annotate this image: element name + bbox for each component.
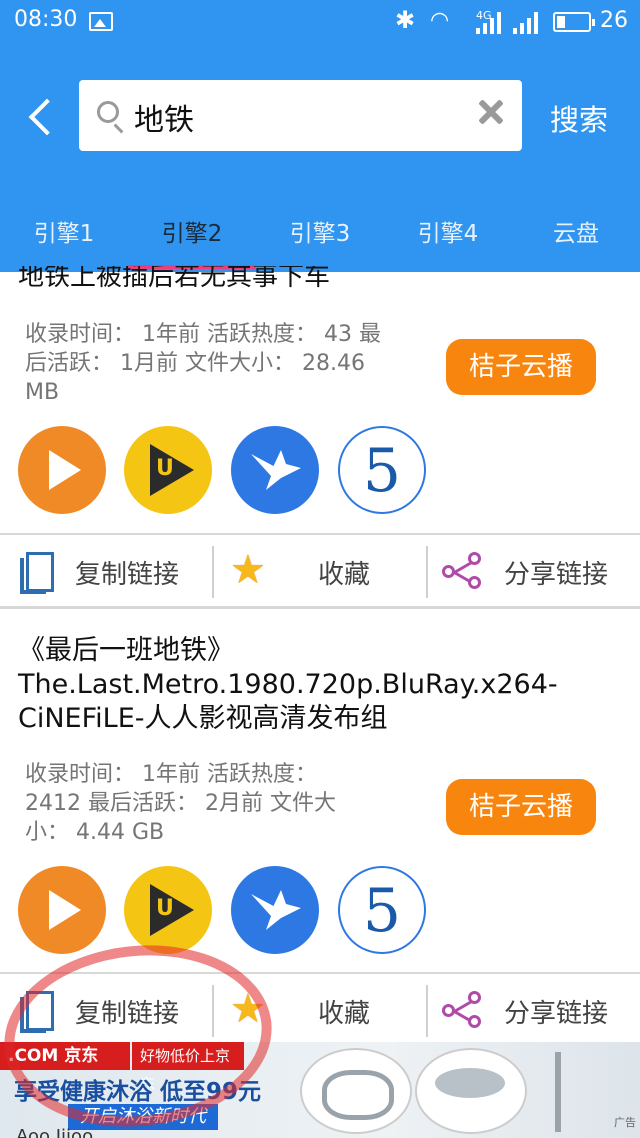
- result-meta: 收录时间： 1年前 活跃热度： 43 最后活跃： 1月前 文件大小： 28.46…: [25, 322, 381, 405]
- cloud-play-button[interactable]: 桔子云播: [446, 339, 596, 395]
- status-time: 08:30: [14, 7, 78, 32]
- ad-banner[interactable]: .COM 京东 好物低价上京东 享受健康沐浴 低至99元 开启沐浴新时代 广告: [0, 1042, 640, 1138]
- orange-play-icon[interactable]: [18, 866, 106, 954]
- image-icon: [89, 12, 113, 31]
- blue-bird-player-icon[interactable]: [231, 866, 319, 954]
- app-root: 08:30 ✱ ◠ 4G 26 地铁 搜索 引擎1 引擎2 引擎3 引擎4 云盘…: [0, 0, 640, 1138]
- star-icon: ★: [230, 547, 266, 593]
- copy-icon: [20, 552, 54, 594]
- battery-icon: [553, 12, 595, 32]
- jd-logo: .COM 京东: [0, 1042, 130, 1070]
- copy-link-button[interactable]: 复制链接: [0, 536, 212, 606]
- search-button[interactable]: 搜索: [550, 97, 608, 139]
- favorite-label: 收藏: [318, 560, 371, 590]
- five-player-icon[interactable]: 5: [338, 866, 426, 954]
- wifi-icon: ◠: [430, 8, 450, 33]
- five-player-icon[interactable]: 5: [338, 426, 426, 514]
- search-input[interactable]: 地铁: [134, 95, 454, 139]
- signal-icon-2: [513, 12, 541, 34]
- share-link-button[interactable]: 分享链接: [428, 536, 640, 606]
- tab-cloud[interactable]: 云盘: [512, 214, 640, 248]
- result-actions: 复制链接 ★ 收藏 分享链接: [0, 975, 640, 1045]
- yellow-u-player-icon[interactable]: U: [124, 866, 212, 954]
- orange-play-icon[interactable]: [18, 426, 106, 514]
- tab-engine1[interactable]: 引擎1: [0, 214, 128, 248]
- share-link-button[interactable]: 分享链接: [428, 975, 640, 1045]
- copy-link-label: 复制链接: [75, 560, 180, 590]
- share-link-label: 分享链接: [504, 999, 609, 1029]
- bluetooth-icon: ✱: [395, 6, 416, 34]
- search-box: 地铁: [79, 80, 522, 151]
- copy-icon: [20, 991, 54, 1033]
- copy-link-button[interactable]: 复制链接: [0, 975, 212, 1045]
- shower-head-image: [415, 1048, 527, 1134]
- signal-icon: [476, 12, 504, 34]
- tab-engine2[interactable]: 引擎2: [128, 214, 256, 248]
- battery-level: 26: [600, 8, 628, 33]
- result-meta: 收录时间： 1年前 活跃热度： 2412 最后活跃： 2月前 文件大小： 4.4…: [25, 762, 336, 845]
- search-icon: [97, 101, 119, 123]
- ad-tag: 广告: [614, 1116, 636, 1129]
- shower-pole-image: [555, 1052, 561, 1132]
- favorite-button[interactable]: ★ 收藏: [214, 536, 426, 606]
- share-icon: [442, 991, 486, 1031]
- blue-bird-player-icon[interactable]: [231, 426, 319, 514]
- result-actions: 复制链接 ★ 收藏 分享链接: [0, 536, 640, 606]
- result-title[interactable]: 《最后一班地铁》The.Last.Metro.1980.720p.BluRay.…: [18, 634, 628, 736]
- divider: [0, 533, 640, 535]
- star-icon: ★: [230, 986, 266, 1032]
- favorite-button[interactable]: ★ 收藏: [214, 975, 426, 1045]
- favorite-label: 收藏: [318, 999, 371, 1029]
- cloud-play-button[interactable]: 桔子云播: [446, 779, 596, 835]
- tab-engine3[interactable]: 引擎3: [256, 214, 384, 248]
- share-icon: [442, 552, 486, 592]
- yellow-u-player-icon[interactable]: U: [124, 426, 212, 514]
- clear-icon[interactable]: [476, 97, 506, 127]
- divider: [0, 606, 640, 609]
- divider: [0, 972, 640, 974]
- share-link-label: 分享链接: [504, 560, 609, 590]
- next-result-peek: Aoo Jiioo: [16, 1126, 94, 1138]
- ad-partner-label: 好物低价上京东: [132, 1042, 244, 1093]
- copy-link-label: 复制链接: [75, 999, 180, 1029]
- back-arrow-icon[interactable]: [26, 98, 56, 138]
- hose-image: [300, 1048, 412, 1134]
- result-title: 地铁上被插后若无其事下车: [18, 266, 331, 292]
- engine-tabs: 引擎1 引擎2 引擎3 引擎4 云盘: [0, 210, 640, 272]
- status-bar: 08:30 ✱ ◠ 4G 26: [0, 0, 640, 46]
- tab-engine4[interactable]: 引擎4: [384, 214, 512, 248]
- ad-slogan: 享受健康沐浴 低至99元: [14, 1079, 262, 1105]
